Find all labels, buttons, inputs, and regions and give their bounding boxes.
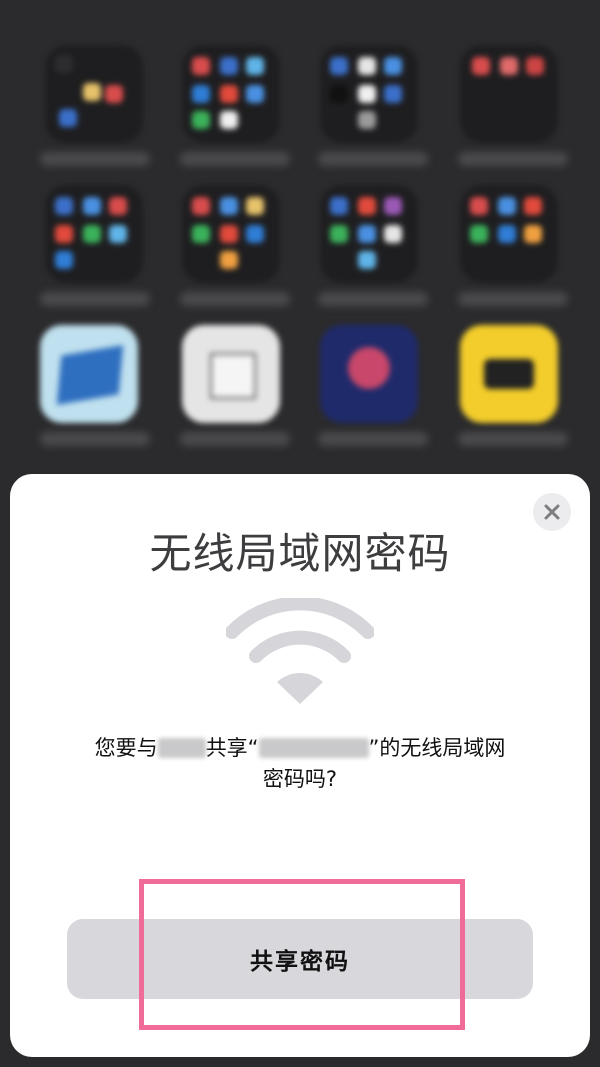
app-folder xyxy=(320,185,418,283)
message-text: 您要与 xyxy=(94,736,158,760)
redacted-network-name xyxy=(258,738,369,758)
app-folder xyxy=(460,185,558,283)
app-folder xyxy=(182,185,280,283)
maps-app-tile xyxy=(40,325,138,423)
app-tile xyxy=(182,325,280,423)
app-folder xyxy=(460,45,558,143)
close-icon xyxy=(544,504,560,520)
app-tile xyxy=(320,325,418,423)
app-folder xyxy=(320,45,418,143)
app-folder xyxy=(45,185,143,283)
wifi-icon xyxy=(226,598,374,704)
app-folder xyxy=(182,45,280,143)
message-text: 密码吗? xyxy=(262,767,338,791)
message-text: 共享“ xyxy=(205,736,259,760)
dialog-title: 无线局域网密码 xyxy=(149,529,451,578)
app-tile xyxy=(460,325,558,423)
app-folder xyxy=(45,45,143,143)
annotation-highlight-box xyxy=(139,879,465,1030)
redacted-contact-name xyxy=(157,738,206,758)
share-message: 您要与 共享“ ”的无线局域网 密码吗? xyxy=(60,733,540,795)
message-text: ”的无线局域网 xyxy=(368,736,506,760)
